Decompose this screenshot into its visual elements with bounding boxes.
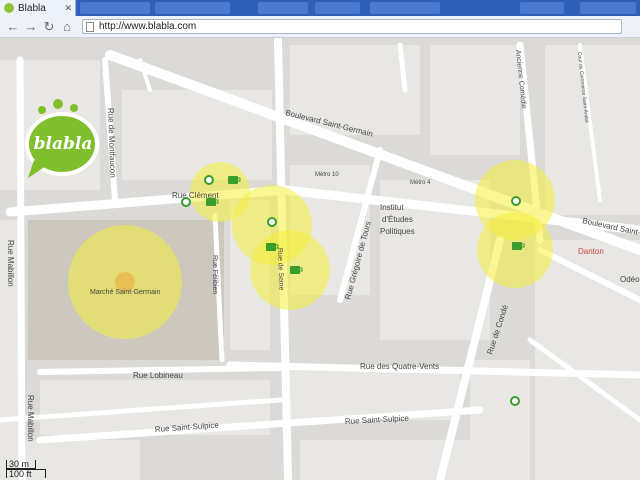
address-bar[interactable]: http://www.blabla.com: [82, 19, 622, 34]
browser-toolbar: ← → ↻ ⌂ http://www.blabla.com: [0, 16, 640, 38]
blurred-tab[interactable]: [520, 2, 564, 14]
home-icon[interactable]: ⌂: [58, 18, 76, 36]
browser-tab[interactable]: Blabla ✕: [0, 0, 76, 16]
blabla-logo[interactable]: blabla: [22, 98, 102, 182]
label-rue-des-quatre-vents: Rue des Quatre-Vents: [360, 362, 439, 371]
browser-tab-strip: Blabla ✕: [0, 0, 640, 16]
map-canvas[interactable]: Boulevard Saint-Germain Boulevard Saint-…: [0, 38, 640, 480]
blurred-tab[interactable]: [580, 2, 636, 14]
page-icon: [86, 21, 94, 32]
blurred-tab[interactable]: [80, 2, 150, 14]
label-rue-lobineau: Rue Lobineau: [133, 371, 183, 380]
blurred-tab[interactable]: [155, 2, 230, 14]
forward-arrow-icon[interactable]: →: [22, 18, 40, 36]
location-ring-icon[interactable]: [204, 175, 214, 185]
label-institut: Institut: [380, 203, 404, 212]
label-danton: Danton: [578, 247, 604, 256]
map-scale: 30 m 100 ft: [6, 460, 66, 479]
label-odeon: Odéo: [620, 275, 640, 284]
location-ring-icon[interactable]: [511, 196, 521, 206]
label-politiques: Politiques: [380, 227, 415, 236]
tab-title: Blabla: [18, 2, 46, 14]
blurred-tab[interactable]: [258, 2, 308, 14]
location-ring-icon[interactable]: [510, 396, 520, 406]
blabla-favicon-icon: [4, 3, 14, 13]
location-ring-icon[interactable]: [267, 217, 277, 227]
blurred-tab[interactable]: [315, 2, 360, 14]
label-metro-10: Métro 10: [315, 172, 339, 178]
close-tab-icon[interactable]: ✕: [64, 3, 72, 14]
url-text: http://www.blabla.com: [99, 21, 197, 32]
label-rue-mabillon: Rue Mabillon: [6, 240, 15, 287]
location-ring-icon[interactable]: [181, 197, 191, 207]
blurred-tab[interactable]: [370, 2, 440, 14]
label-rue-de-seine: Rue de Seine: [276, 248, 284, 291]
label-rue-mabillon-south: Rue Mabillon: [26, 395, 35, 442]
label-etudes: d'Études: [382, 215, 413, 224]
reload-icon[interactable]: ↻: [40, 18, 58, 36]
label-marche-saint-germain: Marché Saint-Germain: [90, 289, 161, 296]
back-arrow-icon[interactable]: ←: [4, 18, 22, 36]
label-rue-felibien: Rue Félibien: [211, 255, 218, 294]
label-metro-4: Métro 4: [410, 180, 431, 186]
scale-metric: 30 m: [6, 460, 36, 469]
scale-imperial: 100 ft: [6, 469, 46, 479]
logo-text: blabla: [33, 134, 93, 154]
